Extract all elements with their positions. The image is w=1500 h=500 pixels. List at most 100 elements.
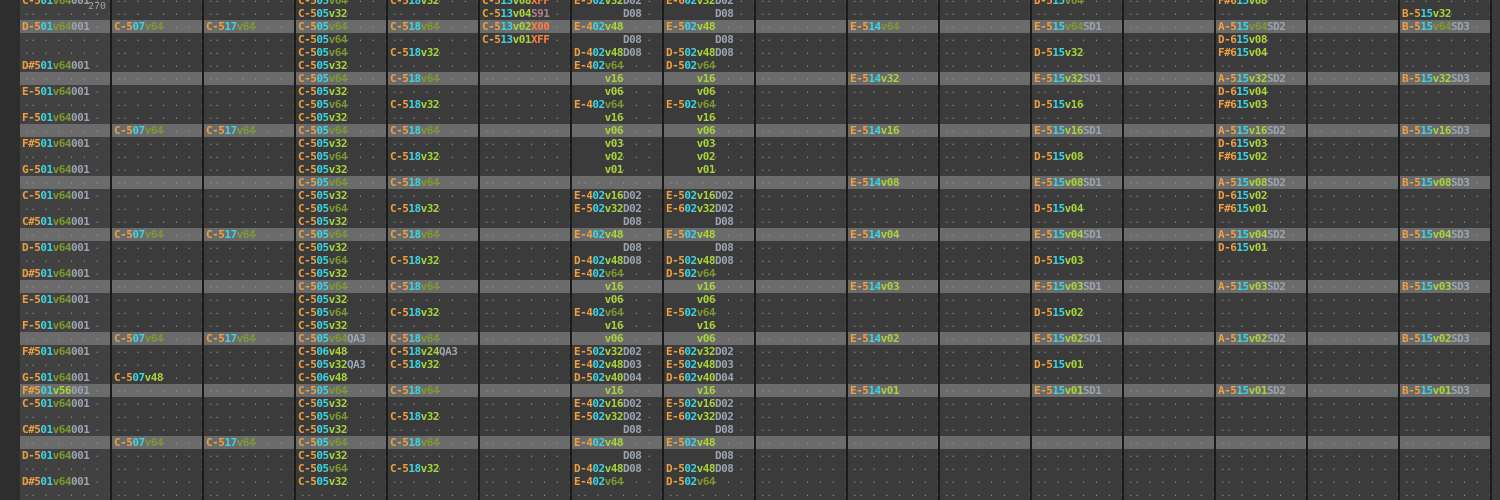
pattern-cell[interactable]: v06 — [574, 293, 624, 306]
pattern-cell[interactable]: C-505v64 — [298, 176, 348, 189]
pattern-cell[interactable]: D-615v08 — [1218, 33, 1268, 46]
pattern-cell[interactable]: C-507v64 — [114, 332, 164, 345]
pattern-cell[interactable]: E-402v48 — [574, 436, 624, 449]
pattern-cell[interactable]: C-513v04S91 — [482, 7, 550, 20]
pattern-cell[interactable]: C-501v64001 — [22, 189, 90, 202]
pattern-cell[interactable]: D-501v64001 — [22, 20, 90, 33]
pattern-cell[interactable]: D-502v48D08 — [666, 46, 734, 59]
pattern-cell[interactable]: D-515v16 — [1034, 98, 1084, 111]
pattern-cell[interactable]: E-515v64SD1 — [1034, 20, 1102, 33]
pattern-cell[interactable]: C-517v64 — [206, 228, 256, 241]
pattern-cell[interactable]: C-505v32 — [298, 7, 348, 20]
pattern-cell[interactable]: E-515v32SD1 — [1034, 72, 1102, 85]
pattern-cell[interactable]: A-515v03SD2 — [1218, 280, 1286, 293]
pattern-cell[interactable]: B-515v32SD3 — [1402, 72, 1470, 85]
pattern-cell[interactable]: D-501v64001 — [22, 449, 90, 462]
pattern-cell[interactable]: D-402v48D08 — [574, 46, 642, 59]
pattern-cell[interactable]: C-505v32 — [298, 137, 348, 150]
channel-6[interactable]: .. . . . . . . . .. . . . . . . . .. . .… — [480, 0, 572, 500]
pattern-cell[interactable]: F#501v56001 — [22, 384, 90, 397]
pattern-cell[interactable]: E-501v64001 — [22, 293, 90, 306]
pattern-cell[interactable]: D08 — [666, 215, 734, 228]
pattern-cell[interactable]: D08 — [574, 215, 642, 228]
pattern-cell[interactable]: D-402v48D08 — [574, 462, 642, 475]
pattern-cell[interactable]: C-505v32 — [298, 475, 348, 488]
pattern-cell[interactable]: D#501v64001 — [22, 267, 90, 280]
pattern-cell[interactable]: C-517v64 — [206, 20, 256, 33]
pattern-cell[interactable]: C-505v64QA3 — [298, 332, 366, 345]
pattern-cell[interactable]: E-502v48D03 — [666, 358, 734, 371]
pattern-cell[interactable]: D-602v40D04 — [666, 371, 734, 384]
pattern-cell[interactable]: v06 — [574, 85, 624, 98]
pattern-cell[interactable]: C-505v32 — [298, 319, 348, 332]
pattern-cell[interactable]: C-505v32QA3 — [298, 358, 366, 371]
pattern-cell[interactable]: E-402v16D02 — [574, 189, 642, 202]
pattern-cell[interactable]: C-513v01XFF — [482, 33, 550, 46]
pattern-cell[interactable]: v06 — [666, 124, 716, 137]
pattern-cell[interactable]: D08 — [574, 449, 642, 462]
channel-7[interactable]: .. . . . . . . . .. . . . . . . . .. . .… — [572, 0, 664, 500]
pattern-cell[interactable]: E-402v48D03 — [574, 358, 642, 371]
pattern-cell[interactable]: C-505v64 — [298, 72, 348, 85]
channel-1[interactable]: .. . . . . . . . .. . . . . . . . .. . .… — [20, 0, 112, 500]
pattern-cell[interactable]: v06 — [666, 293, 716, 306]
pattern-cell[interactable]: D-615v03 — [1218, 137, 1268, 150]
pattern-cell[interactable]: C-507v64 — [114, 228, 164, 241]
pattern-cell[interactable]: v01 — [666, 163, 716, 176]
pattern-cell[interactable]: C#501v64001 — [22, 215, 90, 228]
pattern-cell[interactable]: C-507v64 — [114, 124, 164, 137]
pattern-cell[interactable]: E-502v64 — [666, 306, 716, 319]
pattern-cell[interactable]: E-502v48 — [666, 228, 716, 241]
pattern-cell[interactable]: C-506v48 — [298, 345, 348, 358]
pattern-cell[interactable]: F#615v01 — [1218, 202, 1268, 215]
pattern-cell[interactable]: C-505v64 — [298, 33, 348, 46]
pattern-cell[interactable]: v16 — [666, 319, 716, 332]
pattern-cell[interactable]: E-402v64 — [574, 475, 624, 488]
channel-14[interactable]: .. . . . . . . . .. . . . . . . . .. . .… — [1216, 0, 1308, 500]
pattern-cell[interactable]: A-515v32SD2 — [1218, 72, 1286, 85]
pattern-cell[interactable]: C-505v64 — [298, 306, 348, 319]
pattern-cell[interactable]: C-505v64 — [298, 228, 348, 241]
pattern-cell[interactable]: C-505v32 — [298, 397, 348, 410]
pattern-cell[interactable]: G-501v64001 — [22, 163, 90, 176]
pattern-cell[interactable]: E-602v32D02 — [666, 345, 734, 358]
pattern-cell[interactable]: C-505v64 — [298, 98, 348, 111]
pattern-cell[interactable]: D-515v64 — [1034, 0, 1084, 7]
pattern-cell[interactable]: E-514v08 — [850, 176, 900, 189]
pattern-cell[interactable]: D08 — [574, 7, 642, 20]
pattern-cell[interactable]: E-502v16D02 — [666, 189, 734, 202]
pattern-cell[interactable]: C-505v32 — [298, 85, 348, 98]
pattern-cell[interactable]: v16 — [574, 72, 624, 85]
channel-10[interactable]: .. . . . . . . . .. . . . . . . . .. . .… — [848, 0, 940, 500]
channel-13[interactable]: .. . . . . . . . .. . . . . . . . .. . .… — [1124, 0, 1216, 500]
pattern-cell[interactable]: v06 — [574, 332, 624, 345]
pattern-cell[interactable]: C-505v32 — [298, 267, 348, 280]
pattern-cell[interactable]: E-402v16D02 — [574, 397, 642, 410]
pattern-cell[interactable]: E-515v02SD1 — [1034, 332, 1102, 345]
channel-3[interactable]: .. . . . . . . . .. . . . . . . . .. . .… — [204, 0, 296, 500]
pattern-cell[interactable]: E-402v64 — [574, 98, 624, 111]
pattern-cell[interactable]: E-402v64 — [574, 267, 624, 280]
channel-4[interactable]: .. . . . . . . . .. . . . . . . . .. . .… — [296, 0, 388, 500]
pattern-cell[interactable]: D#501v64001 — [22, 475, 90, 488]
pattern-cell[interactable]: F#615v02 — [1218, 150, 1268, 163]
pattern-cell[interactable]: v06 — [574, 124, 624, 137]
pattern-cell[interactable]: E-502v64 — [666, 98, 716, 111]
pattern-cell[interactable]: E-514v01 — [850, 384, 900, 397]
pattern-cell[interactable]: C-505v64 — [298, 0, 348, 7]
pattern-cell[interactable]: C-513v02X00 — [482, 20, 550, 33]
pattern-cell[interactable]: E-502v32D02 — [574, 0, 642, 7]
pattern-cell[interactable]: E-502v32D02 — [574, 202, 642, 215]
pattern-cell[interactable]: C-505v64 — [298, 280, 348, 293]
pattern-cell[interactable]: A-515v16SD2 — [1218, 124, 1286, 137]
pattern-cell[interactable]: F-501v64001 — [22, 111, 90, 124]
pattern-cell[interactable]: C-518v64 — [390, 384, 440, 397]
channel-2[interactable]: .. . . . . . . . .. . . . . . . . .. . .… — [112, 0, 204, 500]
pattern-cell[interactable]: C-518v32 — [390, 254, 440, 267]
channel-9[interactable]: .. . . . . . . . .. . . . . . . . .. . .… — [756, 0, 848, 500]
pattern-cell[interactable]: v06 — [666, 332, 716, 345]
pattern-cell[interactable]: v16 — [574, 319, 624, 332]
pattern-cell[interactable]: C-505v64 — [298, 410, 348, 423]
pattern-cell[interactable]: C-505v64 — [298, 202, 348, 215]
pattern-cell[interactable]: v16 — [666, 280, 716, 293]
